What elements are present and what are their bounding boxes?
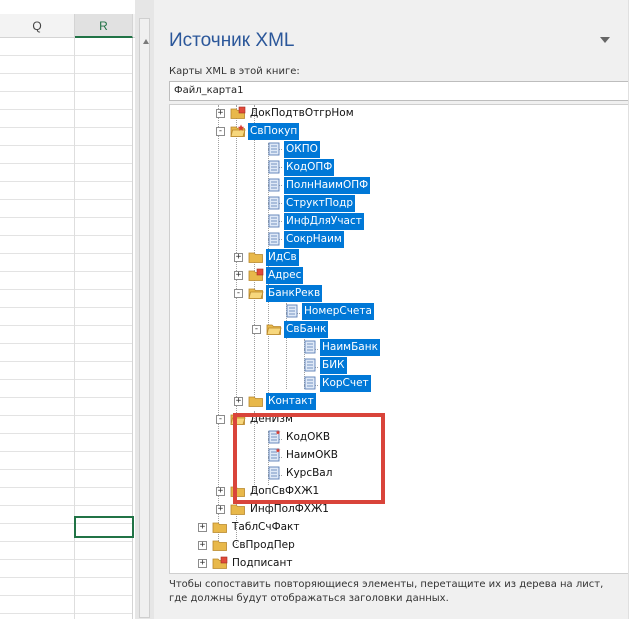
tree-node-label[interactable]: ДокПодтвОтгрНом bbox=[248, 105, 356, 122]
tree-node-label[interactable]: КодОПФ bbox=[284, 159, 335, 176]
worksheet-area[interactable]: Q R bbox=[0, 0, 135, 619]
collapse-toggle-icon[interactable]: - bbox=[216, 127, 225, 136]
element-icon bbox=[302, 358, 318, 372]
collapse-toggle-icon[interactable]: - bbox=[234, 289, 243, 298]
column-header-q[interactable]: Q bbox=[0, 14, 75, 38]
column-headers: Q R bbox=[0, 14, 135, 38]
tree-node-label[interactable]: КорСчет bbox=[320, 375, 371, 392]
expand-toggle-icon[interactable]: + bbox=[198, 523, 207, 532]
expand-toggle-icon[interactable]: + bbox=[234, 271, 243, 280]
folder-icon bbox=[248, 394, 264, 408]
active-cell[interactable] bbox=[74, 516, 134, 538]
scroll-up-arrow-icon[interactable] bbox=[143, 39, 149, 44]
pane-title: Источник XML bbox=[169, 30, 295, 51]
tree-node-label[interactable]: СокрНаим bbox=[284, 231, 344, 248]
pane-hint-text: Чтобы сопоставить повторяющиеся элементы… bbox=[169, 579, 604, 604]
folder-open-icon bbox=[248, 286, 264, 300]
tree-node-label[interactable]: Адрес bbox=[266, 267, 304, 284]
folder-icon bbox=[230, 502, 246, 516]
expand-toggle-icon[interactable]: + bbox=[234, 397, 243, 406]
tree-node-label[interactable]: СвБанк bbox=[284, 321, 329, 338]
tree-node-label[interactable]: СвПродПер bbox=[230, 537, 297, 554]
element-icon bbox=[266, 142, 282, 156]
tree-node-label[interactable]: Контакт bbox=[266, 393, 316, 410]
tree-node-label[interactable]: ПолнНаимОПФ bbox=[284, 177, 371, 194]
collapse-toggle-icon[interactable]: - bbox=[216, 415, 225, 424]
element-icon bbox=[266, 232, 282, 246]
tree-node-label[interactable]: ИнфДляУчаст bbox=[284, 213, 364, 230]
folder-icon bbox=[212, 520, 228, 534]
folder-open-icon bbox=[266, 322, 282, 336]
element-icon bbox=[266, 196, 282, 210]
element-icon bbox=[266, 178, 282, 192]
element-icon bbox=[284, 304, 300, 318]
xml-maps-label: Карты XML в этой книге: bbox=[169, 66, 300, 77]
expand-toggle-icon[interactable]: + bbox=[216, 109, 225, 118]
expand-toggle-icon[interactable]: + bbox=[198, 541, 207, 550]
folder-open-star-icon bbox=[230, 124, 246, 138]
vertical-scrollbar[interactable] bbox=[139, 18, 150, 618]
expand-toggle-icon[interactable]: + bbox=[216, 505, 225, 514]
element-icon bbox=[266, 160, 282, 174]
tree-node-label[interactable]: НомерСчета bbox=[302, 303, 374, 320]
tree-node-label[interactable]: ТаблСчФакт bbox=[230, 519, 302, 536]
pane-splitter[interactable] bbox=[135, 0, 154, 619]
element-icon bbox=[266, 214, 282, 228]
tree-node-label[interactable]: ОКПО bbox=[284, 141, 320, 158]
folder-icon bbox=[248, 250, 264, 264]
xml-map-select[interactable]: Файл_карта1 bbox=[169, 81, 629, 101]
tree-node-label[interactable]: БИК bbox=[320, 357, 347, 374]
folder-icon bbox=[212, 538, 228, 552]
tree-node-label[interactable]: СвПокуп bbox=[248, 123, 300, 140]
tree-node-label[interactable]: ИдСв bbox=[266, 249, 299, 266]
expand-toggle-icon[interactable]: + bbox=[234, 253, 243, 262]
xml-source-pane: Источник XML Карты XML в этой книге: Фай… bbox=[154, 0, 629, 619]
tree-node-label[interactable]: СтруктПодр bbox=[284, 195, 356, 212]
xml-schema-tree[interactable]: + ДокПодтвОтгрНом - СвПокуп ОКПО КодОПФ bbox=[169, 104, 629, 574]
folder-attr-icon bbox=[230, 106, 246, 120]
element-icon bbox=[302, 376, 318, 390]
pane-options-dropdown-icon[interactable] bbox=[600, 37, 610, 43]
expand-toggle-icon[interactable]: + bbox=[198, 559, 207, 568]
tree-node-label[interactable]: Подписант bbox=[230, 555, 294, 572]
folder-attr-icon bbox=[248, 268, 264, 282]
collapse-toggle-icon[interactable]: - bbox=[252, 325, 261, 334]
highlight-frame bbox=[233, 413, 385, 504]
tree-node-label[interactable]: БанкРекв bbox=[266, 285, 323, 302]
folder-attr-icon bbox=[212, 556, 228, 570]
column-header-r[interactable]: R bbox=[75, 14, 133, 38]
element-icon bbox=[302, 340, 318, 354]
expand-toggle-icon[interactable]: + bbox=[216, 487, 225, 496]
tree-node-label[interactable]: НаимБанк bbox=[320, 339, 380, 356]
